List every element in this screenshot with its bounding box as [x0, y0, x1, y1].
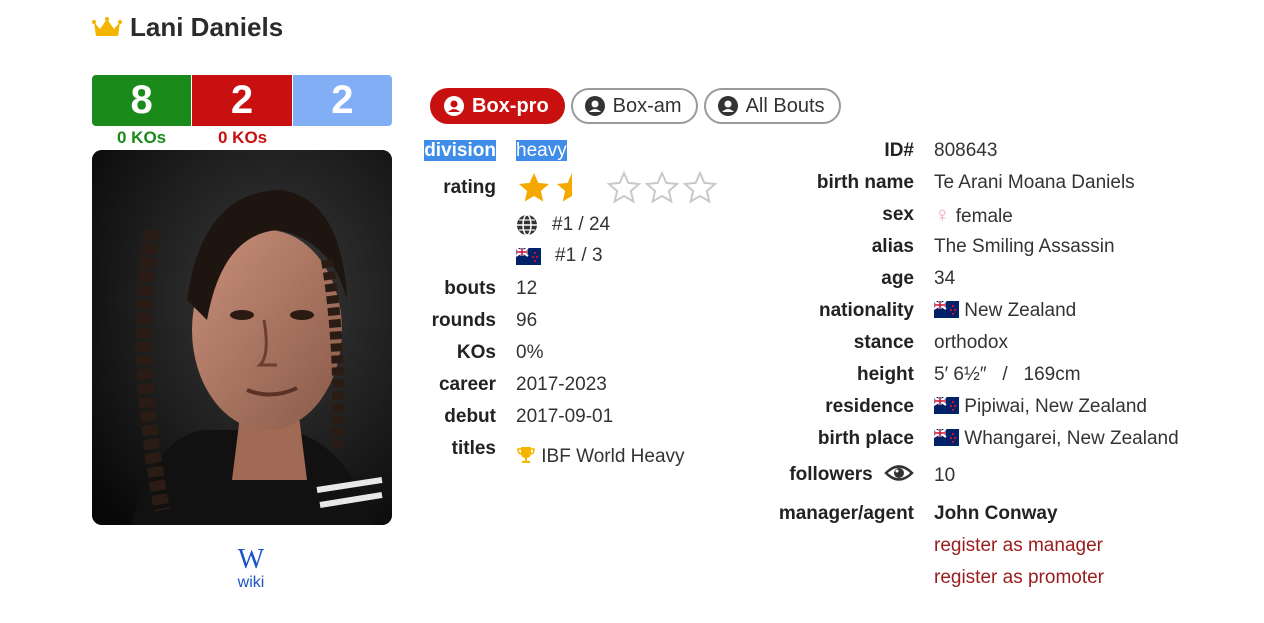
world-rank-value: #1 / 24 — [552, 214, 611, 235]
loss-kos: 0 KOs — [218, 128, 268, 147]
register-manager-link[interactable]: register as manager — [934, 535, 1103, 557]
kos-value: 0% — [516, 342, 544, 363]
wiki-link[interactable]: W wiki — [222, 546, 280, 592]
followers-value: 10 — [934, 465, 956, 486]
age-value: 34 — [934, 268, 956, 289]
stance-label: stance — [853, 332, 914, 353]
win-kos: 0 KOs — [117, 128, 167, 147]
register-promoter-link[interactable]: register as promoter — [934, 567, 1104, 589]
world-rank: #1 / 24 — [516, 214, 610, 236]
residence-label: residence — [825, 396, 914, 417]
record-summary: 8 2 2 — [92, 75, 392, 126]
id-value: 808643 — [934, 140, 998, 161]
venus-icon: ♀ — [934, 202, 951, 227]
debut-value: 2017-09-01 — [516, 406, 614, 427]
nz-flag-icon — [934, 429, 959, 446]
star-empty-icon — [682, 170, 718, 204]
star-empty-icon — [644, 170, 680, 204]
birth-place-value: Whangarei, New Zealand — [964, 428, 1179, 449]
country-rank-value: #1 / 3 — [555, 245, 603, 266]
tab-box-pro[interactable]: Box-pro — [430, 88, 565, 124]
birth-name-value: Te Arani Moana Daniels — [934, 172, 1135, 193]
height-value: 5′ 6½″ / 169cm — [934, 364, 1081, 385]
user-circle-icon — [717, 96, 738, 116]
user-circle-icon — [444, 96, 464, 116]
globe-icon — [517, 214, 537, 236]
bouts-label: bouts — [444, 278, 496, 299]
titles-label: titles — [451, 438, 496, 459]
sex-label: sex — [882, 204, 914, 225]
rating-stars — [516, 170, 718, 206]
tab-label: All Bouts — [745, 94, 825, 117]
user-circle-icon — [584, 96, 605, 116]
boxer-title: Lani Daniels — [92, 12, 283, 43]
sex-value: female — [955, 206, 1013, 227]
wikipedia-icon: W — [237, 544, 265, 575]
tab-box-am[interactable]: Box-am — [570, 88, 698, 124]
birth-place-label: birth place — [817, 428, 914, 449]
eye-icon[interactable] — [884, 462, 914, 484]
star-empty-icon — [606, 170, 642, 204]
boxer-name: Lani Daniels — [130, 12, 284, 42]
trophy-icon — [517, 447, 535, 463]
division-label: division — [424, 140, 496, 161]
country-rank: #1 / 3 — [516, 245, 603, 267]
stance-value: orthodox — [934, 332, 1008, 353]
title-value: IBF World Heavy — [541, 446, 685, 467]
manager-label: manager/agent — [778, 503, 914, 524]
crown-icon — [92, 16, 122, 36]
rating-label: rating — [443, 177, 496, 198]
title-item[interactable]: IBF World Heavy — [516, 445, 685, 468]
wiki-label: wiki — [237, 574, 265, 591]
losses-count: 2 — [191, 75, 293, 126]
followers-label: followers — [789, 464, 873, 485]
rounds-value: 96 — [516, 310, 538, 331]
career-label: career — [438, 374, 496, 395]
height-label: height — [857, 364, 914, 385]
nz-flag-icon — [934, 397, 959, 414]
manager-value[interactable]: John Conway — [934, 503, 1058, 525]
debut-label: debut — [444, 406, 496, 427]
nz-flag-icon — [934, 301, 959, 318]
wins-count: 8 — [92, 75, 192, 126]
star-half-icon — [557, 173, 572, 202]
id-label: ID# — [884, 140, 914, 161]
bouts-value: 12 — [516, 278, 538, 299]
nz-flag-icon — [516, 247, 541, 265]
boxer-photo — [92, 150, 392, 525]
rounds-label: rounds — [431, 310, 496, 331]
nationality-value: New Zealand — [964, 300, 1077, 321]
star-full-icon — [519, 173, 549, 202]
tab-label: Box-pro — [472, 94, 549, 117]
draws-count: 2 — [292, 75, 392, 126]
alias-value: The Smiling Assassin — [934, 236, 1115, 257]
nationality-label: nationality — [818, 300, 914, 321]
career-value: 2017-2023 — [516, 374, 607, 395]
division-value: heavy — [516, 140, 567, 161]
alias-label: alias — [871, 236, 914, 257]
age-label: age — [881, 268, 914, 289]
tab-all-bouts[interactable]: All Bouts — [703, 88, 841, 124]
bout-tabs: Box-pro Box-am All Bouts — [430, 88, 841, 124]
residence-value: Pipiwai, New Zealand — [964, 396, 1147, 417]
birth-name-label: birth name — [816, 172, 914, 193]
kos-label: KOs — [456, 342, 496, 363]
tab-label: Box-am — [612, 94, 682, 117]
